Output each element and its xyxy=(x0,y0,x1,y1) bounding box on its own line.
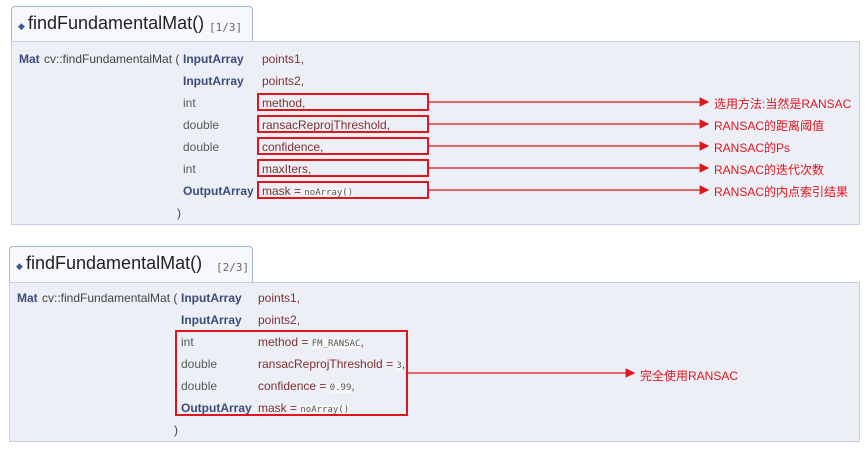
annotation-arrows xyxy=(408,97,710,378)
